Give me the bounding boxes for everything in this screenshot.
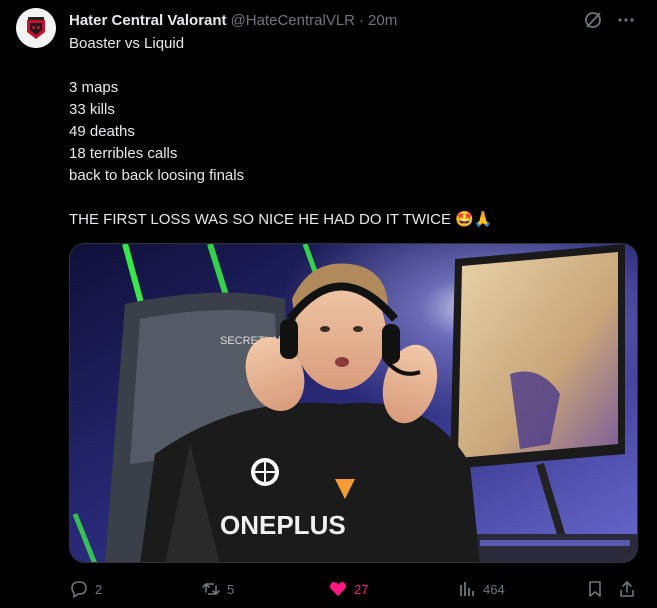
like-button[interactable]: 27 — [328, 578, 368, 600]
text-line: 18 terribles calls — [69, 145, 178, 162]
reply-count: 2 — [95, 581, 103, 597]
top-right-actions — [583, 10, 635, 30]
heart-icon — [328, 579, 348, 599]
text-line: 49 deaths — [69, 123, 135, 140]
views-button[interactable]: 464 — [457, 578, 505, 600]
author-name[interactable]: Hater Central Valorant — [69, 12, 227, 29]
tweet-text: Boaster vs Liquid 3 maps 33 kills 49 dea… — [69, 33, 629, 231]
text-line — [69, 55, 629, 77]
retweet-button[interactable]: 5 — [201, 578, 234, 600]
text-line: back to back loosing finals — [69, 167, 245, 184]
text-line — [69, 187, 629, 209]
reply-button[interactable]: 2 — [69, 578, 102, 600]
like-count: 27 — [354, 581, 369, 597]
timestamp[interactable]: 20m — [368, 12, 397, 29]
separator-dot: · — [359, 11, 365, 29]
grok-icon[interactable] — [583, 10, 603, 30]
text-line: 3 maps — [69, 79, 119, 96]
retweet-count: 5 — [227, 581, 235, 597]
text-line: THE FIRST LOSS WAS SO NICE HE HAD DO IT … — [69, 211, 493, 228]
avatar-logo-icon — [16, 8, 56, 48]
views-icon — [457, 579, 477, 599]
player-photo: SECRETLAB ONEPLUS — [70, 244, 637, 562]
text-line: Boaster vs Liquid — [69, 35, 185, 52]
bookmark-icon — [585, 579, 605, 599]
tweet-image[interactable]: SECRETLAB ONEPLUS — [69, 243, 638, 563]
share-button[interactable] — [617, 578, 637, 600]
share-icon — [617, 579, 637, 599]
jersey-sponsor: ONEPLUS — [220, 510, 346, 540]
bookmark-button[interactable] — [585, 578, 605, 600]
reply-icon — [69, 579, 89, 599]
views-count: 464 — [483, 581, 505, 597]
tweet-header: Hater Central Valorant @HateCentralVLR ·… — [69, 10, 597, 30]
more-icon[interactable] — [617, 11, 635, 29]
action-bar: 2 5 27 464 — [69, 578, 637, 600]
tweet: Hater Central Valorant @HateCentralVLR ·… — [0, 0, 657, 608]
avatar[interactable] — [16, 8, 56, 48]
retweet-icon — [201, 579, 221, 599]
author-handle[interactable]: @HateCentralVLR — [231, 12, 355, 29]
text-line: 33 kills — [69, 101, 115, 118]
